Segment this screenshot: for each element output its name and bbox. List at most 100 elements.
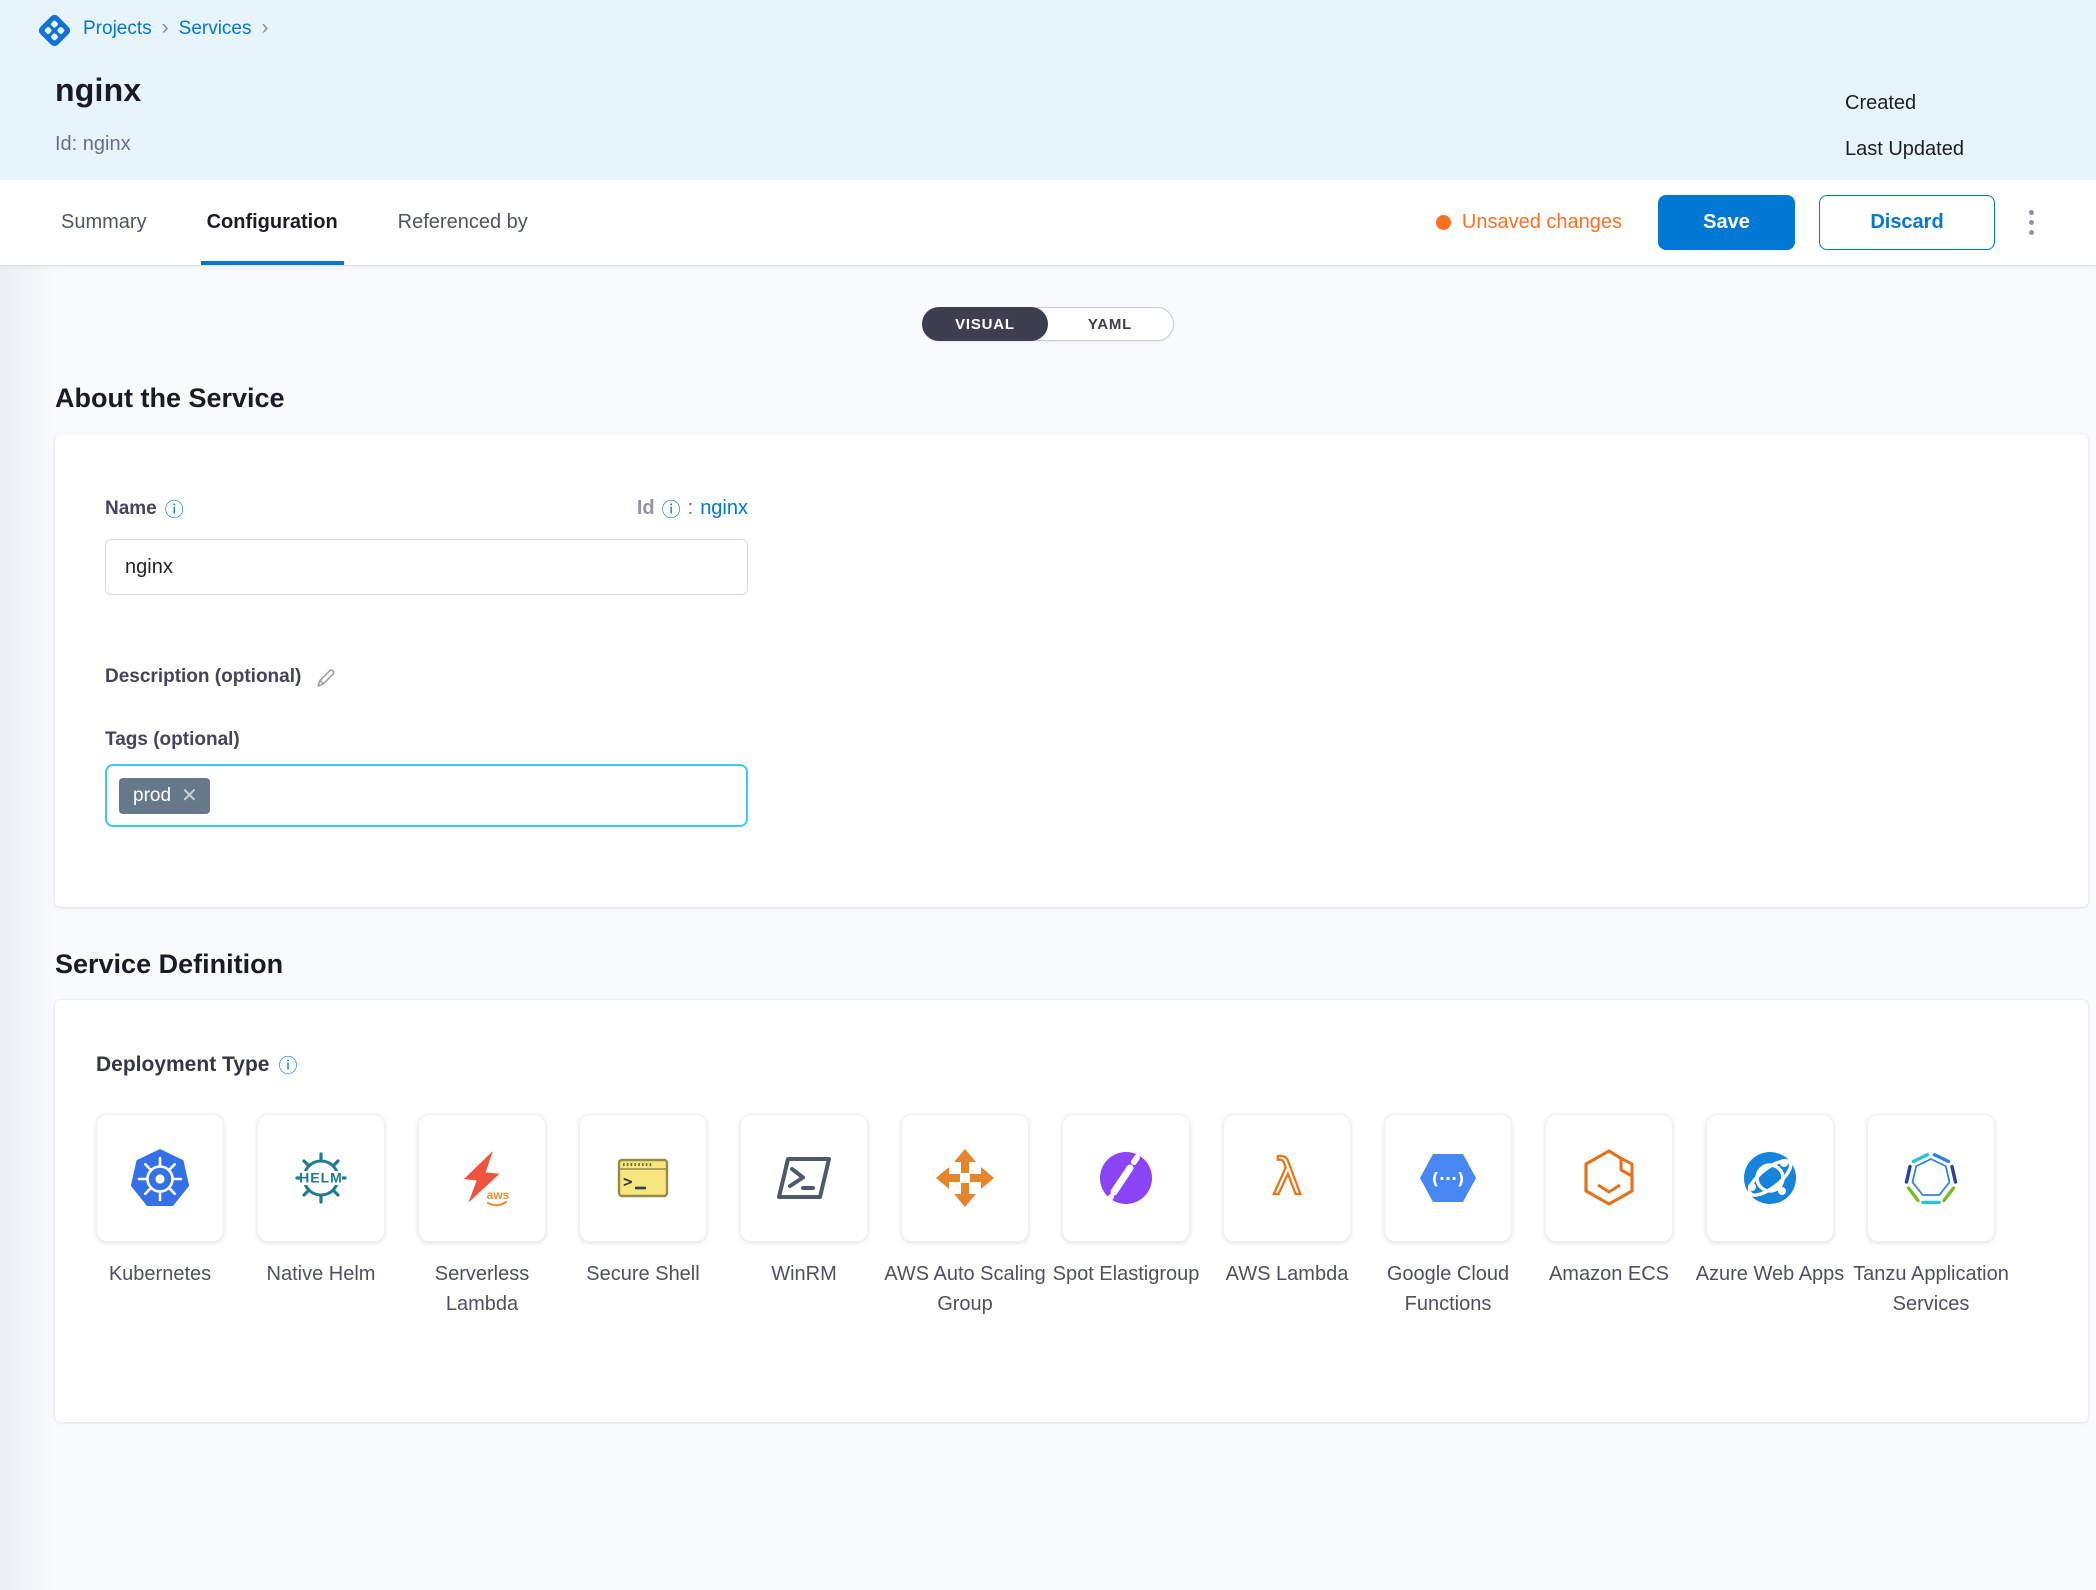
aws-auto-scaling-card[interactable] (901, 1114, 1029, 1242)
unsaved-dot-icon (1436, 215, 1451, 230)
id-label: Id (637, 497, 655, 520)
about-service-card: Name ⓘ Id ⓘ : nginx Description (optiona… (55, 434, 2088, 907)
secure-shell-card[interactable]: > (579, 1114, 707, 1242)
unsaved-changes-label: Unsaved changes (1462, 211, 1622, 234)
deployment-option-label: Tanzu Application Services (1845, 1259, 2017, 1319)
deployment-option-azure-web-apps: Azure Web Apps (1706, 1114, 1834, 1319)
kubernetes-icon (128, 1146, 192, 1210)
serverless-lambda-card[interactable]: aws (418, 1114, 546, 1242)
tanzu-icon (1899, 1146, 1963, 1210)
unsaved-changes-status: Unsaved changes (1436, 211, 1622, 234)
aws-lambda-icon: λ (1255, 1146, 1319, 1210)
deployment-option-spot-elastigroup: Spot Elastigroup (1062, 1114, 1190, 1319)
toggle-visual[interactable]: VISUAL (922, 307, 1048, 341)
breadcrumb-services[interactable]: Services (179, 18, 252, 40)
serverless-lambda-icon: aws (450, 1146, 514, 1210)
secure-shell-icon: > (611, 1146, 675, 1210)
tags-input[interactable]: prod ✕ (105, 764, 748, 827)
last-updated-label: Last Updated (1845, 126, 1964, 172)
deployment-option-label: Kubernetes (74, 1259, 246, 1289)
deployment-option-label: AWS Lambda (1201, 1259, 1373, 1289)
tab-bar: Summary Configuration Referenced by Unsa… (0, 180, 2096, 266)
tab-actions: Unsaved changes Save Discard (1436, 180, 2040, 265)
deployment-option-tanzu: Tanzu Application Services (1867, 1114, 1995, 1319)
projects-logo-icon[interactable] (37, 13, 72, 48)
tab-referenced-by[interactable]: Referenced by (392, 180, 534, 265)
azure-web-apps-card[interactable] (1706, 1114, 1834, 1242)
chevron-right-icon: › (262, 16, 269, 40)
svg-text:aws: aws (487, 1188, 510, 1202)
deployment-option-label: Spot Elastigroup (1040, 1259, 1212, 1289)
deployment-option-label: Google Cloud Functions (1362, 1259, 1534, 1319)
info-icon[interactable]: ⓘ (165, 495, 184, 522)
deployment-option-label: Secure Shell (557, 1259, 729, 1289)
page-title: nginx (55, 72, 141, 109)
remove-tag-icon[interactable]: ✕ (181, 786, 198, 806)
deployment-option-label: Azure Web Apps (1684, 1259, 1856, 1289)
service-id-text: Id: nginx (55, 133, 131, 156)
tabs: Summary Configuration Referenced by (55, 180, 534, 265)
deployment-option-google-cloud-functions: (···) Google Cloud Functions (1384, 1114, 1512, 1319)
winrm-card[interactable] (740, 1114, 868, 1242)
tanzu-card[interactable] (1867, 1114, 1995, 1242)
amazon-ecs-card[interactable] (1545, 1114, 1673, 1242)
svg-text:λ: λ (1272, 1148, 1302, 1206)
tags-label: Tags (optional) (105, 729, 748, 751)
info-icon[interactable]: ⓘ (662, 495, 681, 522)
deployment-type-options: Kubernetes HELM (96, 1114, 2088, 1319)
deployment-type-label-row: Deployment Type ⓘ (96, 1051, 2088, 1078)
svg-text:>: > (623, 1172, 633, 1191)
more-options-icon[interactable] (2023, 202, 2040, 243)
deployment-type-label: Deployment Type (96, 1053, 269, 1077)
id-separator: : (688, 497, 694, 520)
deployment-option-aws-lambda: λ AWS Lambda (1223, 1114, 1351, 1319)
winrm-icon (772, 1146, 836, 1210)
service-id-line: Id ⓘ : nginx (637, 495, 748, 522)
name-input[interactable] (105, 539, 748, 595)
info-icon[interactable]: ⓘ (278, 1051, 297, 1078)
spot-elastigroup-card[interactable] (1062, 1114, 1190, 1242)
tab-configuration[interactable]: Configuration (201, 180, 344, 265)
deployment-option-aws-auto-scaling: AWS Auto Scaling Group (901, 1114, 1029, 1319)
deployment-option-label: Serverless Lambda (396, 1259, 568, 1319)
edit-pencil-icon[interactable] (315, 667, 337, 689)
service-definition-heading: Service Definition (55, 949, 2096, 980)
deployment-option-secure-shell: > Secure Shell (579, 1114, 707, 1319)
kubernetes-card[interactable] (96, 1114, 224, 1242)
deployment-option-label: AWS Auto Scaling Group (879, 1259, 1051, 1319)
configuration-content: VISUAL YAML About the Service Name ⓘ Id … (0, 266, 2096, 1422)
google-cloud-functions-card[interactable]: (···) (1384, 1114, 1512, 1242)
id-value-link[interactable]: nginx (700, 497, 748, 520)
azure-web-apps-icon (1738, 1146, 1802, 1210)
deployment-option-winrm: WinRM (740, 1114, 868, 1319)
created-label: Created (1845, 80, 1964, 126)
breadcrumb-projects[interactable]: Projects (83, 18, 152, 40)
deployment-option-label: WinRM (718, 1259, 890, 1289)
name-label-row: Name ⓘ (105, 495, 184, 522)
native-helm-card[interactable]: HELM (257, 1114, 385, 1242)
toggle-yaml[interactable]: YAML (1047, 308, 1173, 340)
aws-auto-scaling-icon (933, 1146, 997, 1210)
about-service-heading: About the Service (55, 383, 2096, 414)
deployment-option-serverless-lambda: aws Serverless Lambda (418, 1114, 546, 1319)
chevron-right-icon: › (162, 16, 169, 40)
svg-text:(···): (···) (1432, 1169, 1465, 1188)
page-header: Projects › Services › nginx Id: nginx Cr… (0, 0, 2096, 180)
helm-icon: HELM (289, 1146, 353, 1210)
description-label: Description (optional) (105, 666, 301, 688)
deployment-option-label: Native Helm (235, 1259, 407, 1289)
save-button[interactable]: Save (1658, 195, 1795, 250)
tab-summary[interactable]: Summary (55, 180, 153, 265)
visual-yaml-toggle: VISUAL YAML (922, 307, 1174, 341)
aws-lambda-card[interactable]: λ (1223, 1114, 1351, 1242)
discard-button[interactable]: Discard (1819, 195, 1995, 250)
service-meta: Created Last Updated (1845, 80, 1964, 172)
tag-chip-label: prod (133, 785, 171, 807)
svg-text:HELM: HELM (299, 1170, 343, 1186)
deployment-option-kubernetes: Kubernetes (96, 1114, 224, 1319)
service-definition-card: Deployment Type ⓘ (55, 1000, 2088, 1422)
deployment-option-native-helm: HELM Native Helm (257, 1114, 385, 1319)
tag-chip: prod ✕ (119, 778, 210, 814)
google-cloud-functions-icon: (···) (1416, 1146, 1480, 1210)
spot-elastigroup-icon (1094, 1146, 1158, 1210)
